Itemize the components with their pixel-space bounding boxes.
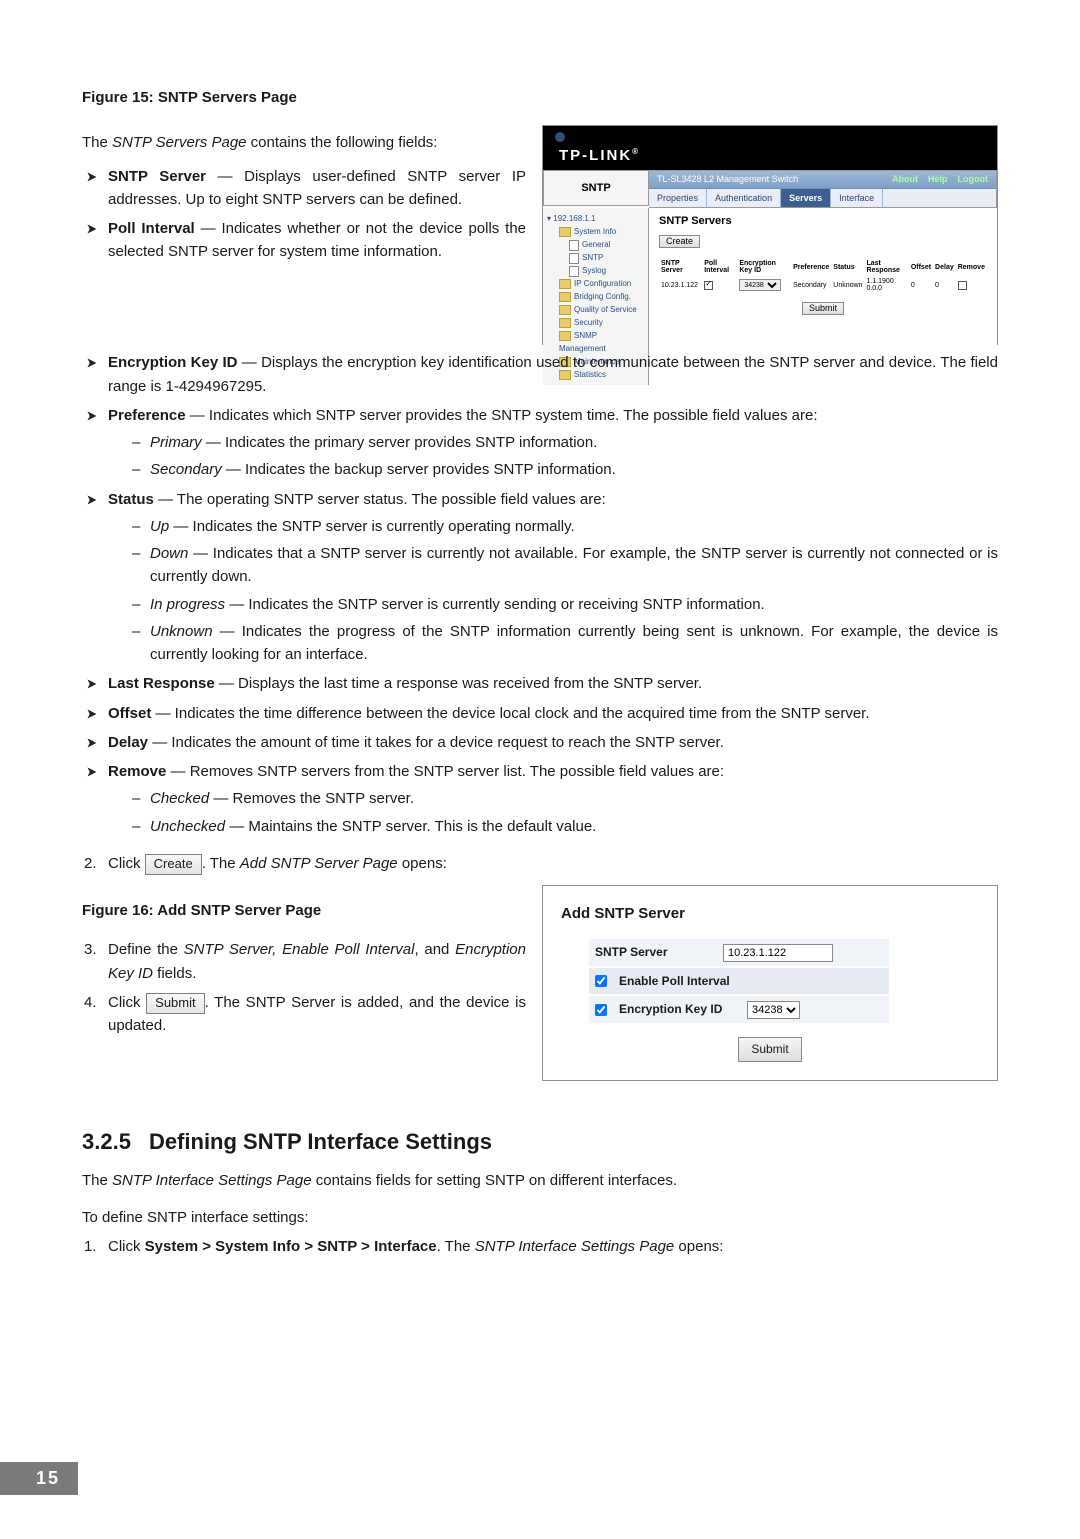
tree-security[interactable]: Security <box>547 316 644 329</box>
tab-properties[interactable]: Properties <box>649 189 707 207</box>
side-section-label: SNTP <box>543 170 649 206</box>
sntp-server-input[interactable] <box>723 944 833 962</box>
bullet-poll-interval: Poll Interval — Indicates whether or not… <box>82 217 526 264</box>
panel-heading: SNTP Servers <box>659 216 987 227</box>
screenshot-add-sntp-server: Add SNTP Server SNTP Server Enable Poll … <box>542 885 998 1081</box>
add-submit-button[interactable]: Submit <box>738 1037 801 1062</box>
bullet-delay: Delay — Indicates the amount of time it … <box>82 731 998 754</box>
add-heading: Add SNTP Server <box>561 902 979 925</box>
tree-root[interactable]: ▾ 192.168.1.1 <box>547 212 644 225</box>
tree-bridging[interactable]: Bridging Config. <box>547 290 644 303</box>
step-2: 2. Click Create. The Add SNTP Server Pag… <box>82 852 998 875</box>
field-encryption-key: Encryption Key ID 34238 <box>589 996 889 1023</box>
tree-ip-config[interactable]: IP Configuration <box>547 277 644 290</box>
logo-dot <box>555 132 565 142</box>
tree-qos[interactable]: Quality of Service <box>547 303 644 316</box>
encryption-key-checkbox[interactable] <box>595 1004 607 1016</box>
figure-16-caption: Figure 16: Add SNTP Server Page <box>82 899 526 922</box>
bullet-offset: Offset — Indicates the time difference b… <box>82 702 998 725</box>
field-enable-poll: Enable Poll Interval <box>589 968 889 995</box>
tree-syslog[interactable]: Syslog <box>547 264 644 277</box>
enable-poll-checkbox[interactable] <box>595 975 607 987</box>
logout-link[interactable]: Logout <box>958 174 989 184</box>
remove-checkbox[interactable] <box>958 281 967 290</box>
tab-interface[interactable]: Interface <box>831 189 883 207</box>
tab-servers[interactable]: Servers <box>781 189 831 207</box>
step-3: 3. Define the SNTP Server, Enable Poll I… <box>82 938 526 985</box>
bullet-encryption-key: Encryption Key ID — Displays the encrypt… <box>82 351 998 398</box>
servers-table: SNTP Server Poll Interval Encryption Key… <box>659 258 987 294</box>
bullet-remove: Remove — Removes SNTP servers from the S… <box>82 760 998 838</box>
enc-key-select[interactable]: 34238 <box>739 279 781 291</box>
bullet-status: Status — The operating SNTP server statu… <box>82 488 998 667</box>
step-1-interface: 1. Click System > System Info > SNTP > I… <box>82 1235 998 1258</box>
section-intro-1: The SNTP Interface Settings Page contain… <box>82 1169 998 1192</box>
help-link[interactable]: Help <box>928 174 948 184</box>
bullet-sntp-server: SNTP Server — Displays user-defined SNTP… <box>82 165 526 212</box>
field-sntp-server: SNTP Server <box>589 939 889 966</box>
model-label: TL-SL3428 L2 Management Switch <box>657 175 798 184</box>
tab-authentication[interactable]: Authentication <box>707 189 781 207</box>
about-link[interactable]: About <box>892 174 918 184</box>
submit-button[interactable]: Submit <box>802 302 844 315</box>
bullet-last-response: Last Response — Displays the last time a… <box>82 672 998 695</box>
tree-general[interactable]: General <box>547 238 644 251</box>
tree-sntp[interactable]: SNTP <box>547 251 644 264</box>
poll-checkbox[interactable] <box>704 281 713 290</box>
figure-15-caption: Figure 15: SNTP Servers Page <box>82 86 998 109</box>
create-inline-button: Create <box>145 854 202 875</box>
screenshot-sntp-servers-page: TP-LINK® SNTP TL-SL3428 L2 Management Sw… <box>542 125 998 345</box>
submit-inline-button: Submit <box>146 993 204 1014</box>
section-heading: 3.2.5Defining SNTP Interface Settings <box>82 1125 998 1159</box>
brand-text: TP-LINK® <box>559 148 987 163</box>
tree-system-info[interactable]: System Info <box>547 225 644 238</box>
step-4: 4. Click Submit. The SNTP Server is adde… <box>82 991 526 1038</box>
page-number: 15 <box>0 1462 78 1495</box>
intro-text: The SNTP Servers Page contains the follo… <box>82 131 526 154</box>
bullet-preference: Preference — Indicates which SNTP server… <box>82 404 998 482</box>
create-button[interactable]: Create <box>659 235 700 248</box>
table-row: 10.23.1.122 34238 Secondary Unknown 1.1.… <box>659 276 987 294</box>
encryption-key-select[interactable]: 34238 <box>747 1001 800 1019</box>
section-intro-2: To define SNTP interface settings: <box>82 1206 998 1229</box>
